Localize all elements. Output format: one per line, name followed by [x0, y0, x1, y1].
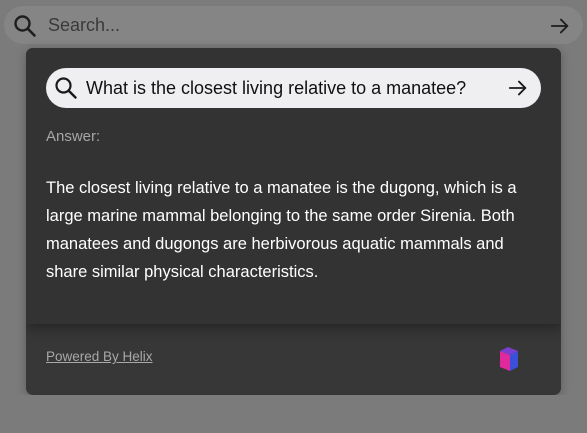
answer-text: The closest living relative to a manatee…	[46, 179, 517, 281]
answer-content: What is the closest living relative to a…	[26, 48, 561, 324]
search-icon	[55, 77, 77, 99]
top-search-bar[interactable]	[4, 6, 583, 44]
helix-logo	[500, 347, 518, 371]
search-input[interactable]	[44, 6, 532, 44]
search-icon	[14, 15, 36, 37]
answer-label: Answer:	[46, 128, 101, 145]
arrow-right-icon[interactable]	[549, 15, 571, 37]
page: What is the closest living relative to a…	[0, 0, 587, 433]
answer-panel: What is the closest living relative to a…	[26, 48, 561, 395]
powered-by-link[interactable]: Powered By Helix	[46, 349, 153, 364]
backdrop-bottom	[0, 395, 587, 433]
query-text[interactable]: What is the closest living relative to a…	[86, 68, 466, 108]
arrow-right-icon[interactable]	[507, 77, 529, 99]
query-bar[interactable]: What is the closest living relative to a…	[46, 68, 541, 108]
